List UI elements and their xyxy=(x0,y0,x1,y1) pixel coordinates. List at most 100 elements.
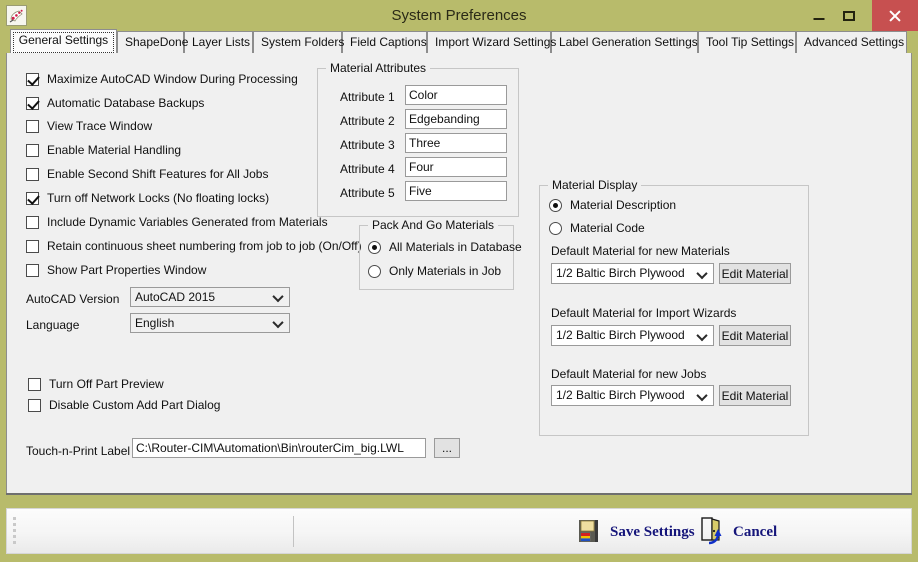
attribute-4-input[interactable] xyxy=(405,157,507,177)
save-settings-label: Save Settings xyxy=(610,523,695,540)
attribute-1-input[interactable] xyxy=(405,85,507,105)
chevron-down-icon xyxy=(274,318,283,327)
attribute-3-label: Attribute 3 xyxy=(340,138,395,152)
material-attributes-title: Material Attributes xyxy=(326,61,431,75)
material-display-group: Material Display Material Description Ma… xyxy=(539,178,809,436)
checkbox-label: Disable Custom Add Part Dialog xyxy=(49,398,221,412)
checkbox-label: Show Part Properties Window xyxy=(47,263,207,277)
checkbox-label: Include Dynamic Variables Generated from… xyxy=(47,215,328,229)
default-material-import-wizards-value: 1/2 Baltic Birch Plywood xyxy=(556,328,685,342)
exit-door-icon xyxy=(697,516,725,549)
chevron-down-icon xyxy=(698,268,707,277)
browse-button[interactable]: ... xyxy=(434,438,460,458)
checkbox-label: Enable Material Handling xyxy=(47,143,182,157)
floppy-disk-icon xyxy=(576,518,602,547)
tab-general-settings[interactable]: General Settings xyxy=(10,29,117,53)
autocad-version-label: AutoCAD Version xyxy=(26,292,120,306)
default-material-new-materials-select[interactable]: 1/2 Baltic Birch Plywood xyxy=(551,263,714,284)
radio-label: Material Description xyxy=(570,198,677,212)
radio-label: Material Code xyxy=(570,221,645,235)
cancel-button[interactable]: Cancel xyxy=(697,515,777,549)
radio-label: Only Materials in Job xyxy=(389,264,502,278)
touch-n-print-label: Touch-n-Print Label xyxy=(26,444,131,458)
attribute-5-label: Attribute 5 xyxy=(340,186,395,200)
material-display-title: Material Display xyxy=(548,178,642,192)
title-bar: System Preferences xyxy=(0,0,918,31)
maximize-icon xyxy=(843,10,855,21)
close-icon xyxy=(888,9,902,23)
checkbox-label: Automatic Database Backups xyxy=(47,96,205,110)
checkbox-box xyxy=(28,378,41,391)
tab-layer-lists[interactable]: Layer Lists xyxy=(184,31,253,53)
tab-label: Layer Lists xyxy=(192,35,251,49)
checkbox-box xyxy=(26,216,39,229)
window-title: System Preferences xyxy=(391,7,527,24)
tab-system-folders[interactable]: System Folders xyxy=(253,31,344,53)
default-material-import-wizards-select[interactable]: 1/2 Baltic Birch Plywood xyxy=(551,325,714,346)
edit-material-button-new-jobs[interactable]: Edit Material xyxy=(719,385,791,406)
tab-label: Label Generation Settings xyxy=(559,35,698,49)
tab-label: Import Wizard Settings xyxy=(435,35,557,49)
minimize-icon xyxy=(813,17,825,20)
checkbox-label: Maximize AutoCAD Window During Processin… xyxy=(47,72,298,86)
chevron-down-icon xyxy=(698,390,707,399)
attribute-5-input[interactable] xyxy=(405,181,507,201)
edit-material-button-import-wizards[interactable]: Edit Material xyxy=(719,325,791,346)
checkbox-label: Turn Off Part Preview xyxy=(49,377,164,391)
edit-material-button-new-materials[interactable]: Edit Material xyxy=(719,263,791,284)
checkbox-box xyxy=(28,399,41,412)
tab-label: Field Captions xyxy=(350,35,427,49)
material-attributes-group: Material Attributes Attribute 1 Attribut… xyxy=(317,61,519,217)
chevron-down-icon xyxy=(698,330,707,339)
maximize-button[interactable] xyxy=(826,0,872,31)
tab-import-wizard-settings[interactable]: Import Wizard Settings xyxy=(427,31,556,53)
chevron-down-icon xyxy=(274,292,283,301)
touch-n-print-input[interactable] xyxy=(132,438,426,458)
default-material-new-jobs-label: Default Material for new Jobs xyxy=(551,367,707,381)
close-button[interactable] xyxy=(872,0,918,31)
browse-button-label: ... xyxy=(441,441,452,455)
checkbox-box xyxy=(26,144,39,157)
default-material-new-jobs-select[interactable]: 1/2 Baltic Birch Plywood xyxy=(551,385,714,406)
resize-grip-icon xyxy=(13,517,17,547)
checkbox-box xyxy=(26,240,39,253)
pack-and-go-title: Pack And Go Materials xyxy=(368,218,499,232)
checkbox-box xyxy=(26,168,39,181)
attribute-3-input[interactable] xyxy=(405,133,507,153)
checkbox-box xyxy=(26,264,39,277)
tab-label-generation-settings[interactable]: Label Generation Settings xyxy=(551,31,698,53)
autocad-version-value: AutoCAD 2015 xyxy=(135,290,216,304)
checkbox-label: View Trace Window xyxy=(47,119,153,133)
save-settings-button[interactable]: Save Settings xyxy=(576,515,695,549)
tab-label: Advanced Settings xyxy=(804,35,905,49)
pack-and-go-materials-group: Pack And Go Materials All Materials in D… xyxy=(359,218,522,290)
checkbox-box xyxy=(26,97,39,110)
checkbox-label: Enable Second Shift Features for All Job… xyxy=(47,167,269,181)
attribute-1-label: Attribute 1 xyxy=(340,90,395,104)
tab-label: System Folders xyxy=(261,35,345,49)
checkbox-box xyxy=(26,120,39,133)
tab-field-captions[interactable]: Field Captions xyxy=(342,31,427,53)
attribute-4-label: Attribute 4 xyxy=(340,162,395,176)
tab-advanced-settings[interactable]: Advanced Settings xyxy=(796,31,907,53)
autocad-version-select[interactable]: AutoCAD 2015 xyxy=(130,287,290,307)
general-settings-panel: Maximize AutoCAD Window During Processin… xyxy=(6,53,912,495)
edit-material-label: Edit Material xyxy=(721,328,789,343)
system-preferences-window: System Preferences General Settings Shap… xyxy=(0,0,918,562)
checkbox-label: Turn off Network Locks (No floating lock… xyxy=(47,191,270,205)
default-material-new-jobs-value: 1/2 Baltic Birch Plywood xyxy=(556,388,685,402)
language-value: English xyxy=(135,316,175,330)
checkbox-box xyxy=(26,73,39,86)
footer-bar: Save Settings Cancel xyxy=(6,508,912,554)
footer-separator xyxy=(293,516,294,547)
attribute-2-input[interactable] xyxy=(405,109,507,129)
tab-shapedone[interactable]: ShapeDone xyxy=(117,31,188,53)
tab-strip: General Settings ShapeDone Layer Lists S… xyxy=(6,29,912,53)
tab-tool-tip-settings[interactable]: Tool Tip Settings xyxy=(698,31,796,53)
attribute-2-label: Attribute 2 xyxy=(340,114,395,128)
language-select[interactable]: English xyxy=(130,313,290,333)
language-label: Language xyxy=(26,318,80,332)
edit-material-label: Edit Material xyxy=(721,388,789,403)
edit-material-label: Edit Material xyxy=(721,266,789,281)
default-material-new-materials-value: 1/2 Baltic Birch Plywood xyxy=(556,266,685,280)
